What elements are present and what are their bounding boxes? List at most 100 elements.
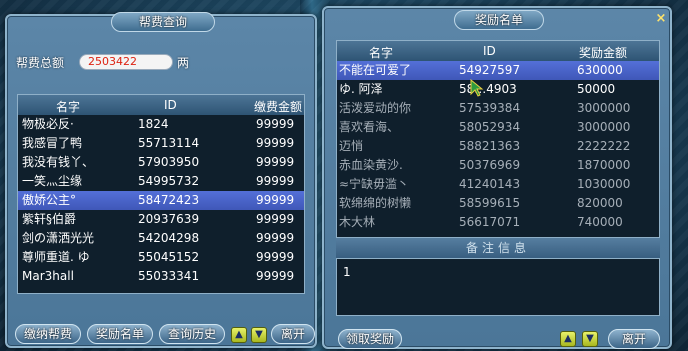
row-id: 54927597 <box>459 63 521 77</box>
row-name: 一笑灬尘缘 <box>22 174 83 188</box>
table-row[interactable]: 赤血染黄沙. 50376969 1870000 <box>337 156 659 175</box>
row-id: 55045152 <box>138 250 200 264</box>
reward-list-panel: 奖励名单 × 名字 ID 奖励金额 不能在可爱了 54927597 630000 ゆ.… <box>322 6 672 349</box>
row-name: 紫轩§伯爵 <box>22 212 77 226</box>
row-name: 不能在可爱了 <box>339 63 412 77</box>
reward-list: 名字 ID 奖励金额 不能在可爱了 54927597 630000 ゆ. 阿泽 58…4… <box>336 40 660 238</box>
table-row[interactable]: 我感冒了鸭 55713114 99999 <box>18 134 304 153</box>
row-amount: 99999 <box>256 193 295 207</box>
claim-reward-button[interactable]: 领取奖励 <box>338 329 402 349</box>
row-name: 迈悄 <box>339 139 364 153</box>
row-name: 物极必反· <box>22 117 74 131</box>
row-id: 58472423 <box>138 193 200 207</box>
notes-title: 备注信息 <box>336 238 660 258</box>
header-id: ID <box>164 98 177 112</box>
row-id: 54995732 <box>138 174 200 188</box>
row-amount: 740000 <box>577 215 623 229</box>
row-amount: 3000000 <box>577 120 631 134</box>
total-label: 帮费总额 <box>16 56 65 70</box>
row-name: ゆ. 阿泽 <box>339 82 383 96</box>
row-amount: 99999 <box>256 136 295 150</box>
row-amount: 50000 <box>577 82 616 96</box>
row-id: 50376969 <box>459 158 521 172</box>
row-name: 活泼爱动的你 <box>339 101 412 115</box>
table-row[interactable]: 活泼爱动的你 57539384 3000000 <box>337 99 659 118</box>
row-id: 55033341 <box>138 269 200 283</box>
row-id: 1824 <box>138 117 169 131</box>
close-icon[interactable]: × <box>654 12 668 26</box>
table-row[interactable]: Mar3hall 55033341 99999 <box>18 267 304 286</box>
row-amount: 99999 <box>256 212 295 226</box>
row-name: 我没有钱丫、 <box>22 155 95 169</box>
total-unit: 两 <box>177 56 190 70</box>
table-row[interactable]: 尊师重道. ゆ 55045152 99999 <box>18 248 304 267</box>
fee-query-title: 帮费查询 <box>111 12 215 32</box>
table-row[interactable]: 喜欢看海、 58052934 3000000 <box>337 118 659 137</box>
row-amount: 630000 <box>577 63 623 77</box>
row-id: 57539384 <box>459 101 521 115</box>
row-name: Mar3hall <box>22 269 74 283</box>
row-amount: 99999 <box>256 269 295 283</box>
row-amount: 99999 <box>256 250 295 264</box>
total-value-field: 2503422 <box>79 54 173 70</box>
table-row[interactable]: 软绵绵的树懒 58599615 820000 <box>337 194 659 213</box>
table-row[interactable]: 我没有钱丫、 57903950 99999 <box>18 153 304 172</box>
row-amount: 1030000 <box>577 177 631 191</box>
header-id: ID <box>483 44 496 58</box>
header-amount: 奖励金额 <box>579 46 628 60</box>
row-id: 58052934 <box>459 120 521 134</box>
fee-list-header: 名字 ID 缴费金额 <box>18 95 304 115</box>
leave-button[interactable]: 离开 <box>271 324 315 344</box>
row-amount: 99999 <box>256 231 295 245</box>
query-history-button[interactable]: 查询历史 <box>159 324 225 344</box>
table-row[interactable]: ゆ. 阿泽 58…4903 50000 <box>337 80 659 99</box>
row-id: 58821363 <box>459 139 521 153</box>
table-row[interactable]: 一笑灬尘缘 54995732 99999 <box>18 172 304 191</box>
row-amount: 1870000 <box>577 158 631 172</box>
reward-list-button[interactable]: 奖励名单 <box>87 324 153 344</box>
table-row[interactable]: 傲娇公主° 58472423 99999 <box>18 191 304 210</box>
row-name: ≈宁缺毋滥丶 <box>339 177 410 191</box>
row-id: 58…4903 <box>459 82 517 96</box>
row-id: 57903950 <box>138 155 200 169</box>
table-row[interactable]: 木大林 56617071 740000 <box>337 213 659 232</box>
row-id: 20937639 <box>138 212 200 226</box>
row-id: 56617071 <box>459 215 521 229</box>
row-amount: 2222222 <box>577 139 631 153</box>
header-amount: 缴费金额 <box>254 100 303 114</box>
reward-list-title: 奖励名单 <box>454 10 544 30</box>
row-name: 木大林 <box>339 215 376 229</box>
scroll-down-arrow-icon[interactable]: ▼ <box>251 327 267 343</box>
row-id: 55713114 <box>138 136 200 150</box>
notes-textarea[interactable]: 1 <box>336 258 660 316</box>
table-row[interactable]: 紫轩§伯爵 20937639 99999 <box>18 210 304 229</box>
leave-button[interactable]: 离开 <box>608 329 660 349</box>
table-row[interactable]: ≈宁缺毋滥丶 41240143 1030000 <box>337 175 659 194</box>
row-id: 54204298 <box>138 231 200 245</box>
row-name: 喜欢看海、 <box>339 120 400 134</box>
scroll-down-arrow-icon[interactable]: ▼ <box>582 331 598 347</box>
table-row[interactable]: 剑の潇洒光光 54204298 99999 <box>18 229 304 248</box>
row-amount: 99999 <box>256 155 295 169</box>
pay-fee-button[interactable]: 缴纳帮费 <box>15 324 81 344</box>
row-name: 尊师重道. ゆ <box>22 250 90 264</box>
scroll-up-arrow-icon[interactable]: ▲ <box>560 331 576 347</box>
row-name: 赤血染黄沙. <box>339 158 403 172</box>
table-row[interactable]: 不能在可爱了 54927597 630000 <box>337 61 659 80</box>
row-amount: 820000 <box>577 196 623 210</box>
mouse-cursor-icon <box>470 79 484 97</box>
row-id: 58599615 <box>459 196 521 210</box>
row-amount: 99999 <box>256 117 295 131</box>
table-row[interactable]: 迈悄 58821363 2222222 <box>337 137 659 156</box>
row-name: 剑の潇洒光光 <box>22 231 95 245</box>
scroll-up-arrow-icon[interactable]: ▲ <box>231 327 247 343</box>
row-amount: 99999 <box>256 174 295 188</box>
table-row[interactable]: 物极必反· 1824 99999 <box>18 115 304 134</box>
row-id: 41240143 <box>459 177 521 191</box>
row-name: 软绵绵的树懒 <box>339 196 412 210</box>
row-name: 傲娇公主° <box>22 193 77 207</box>
header-name: 名字 <box>56 100 81 114</box>
fee-list: 名字 ID 缴费金额 物极必反· 1824 99999 我感冒了鸭 55713114 99… <box>17 94 305 294</box>
fee-query-panel: 帮费查询 帮费总额 2503422 两 名字 ID 缴费金额 物极必反· 1824… <box>5 12 317 348</box>
row-name: 我感冒了鸭 <box>22 136 83 150</box>
